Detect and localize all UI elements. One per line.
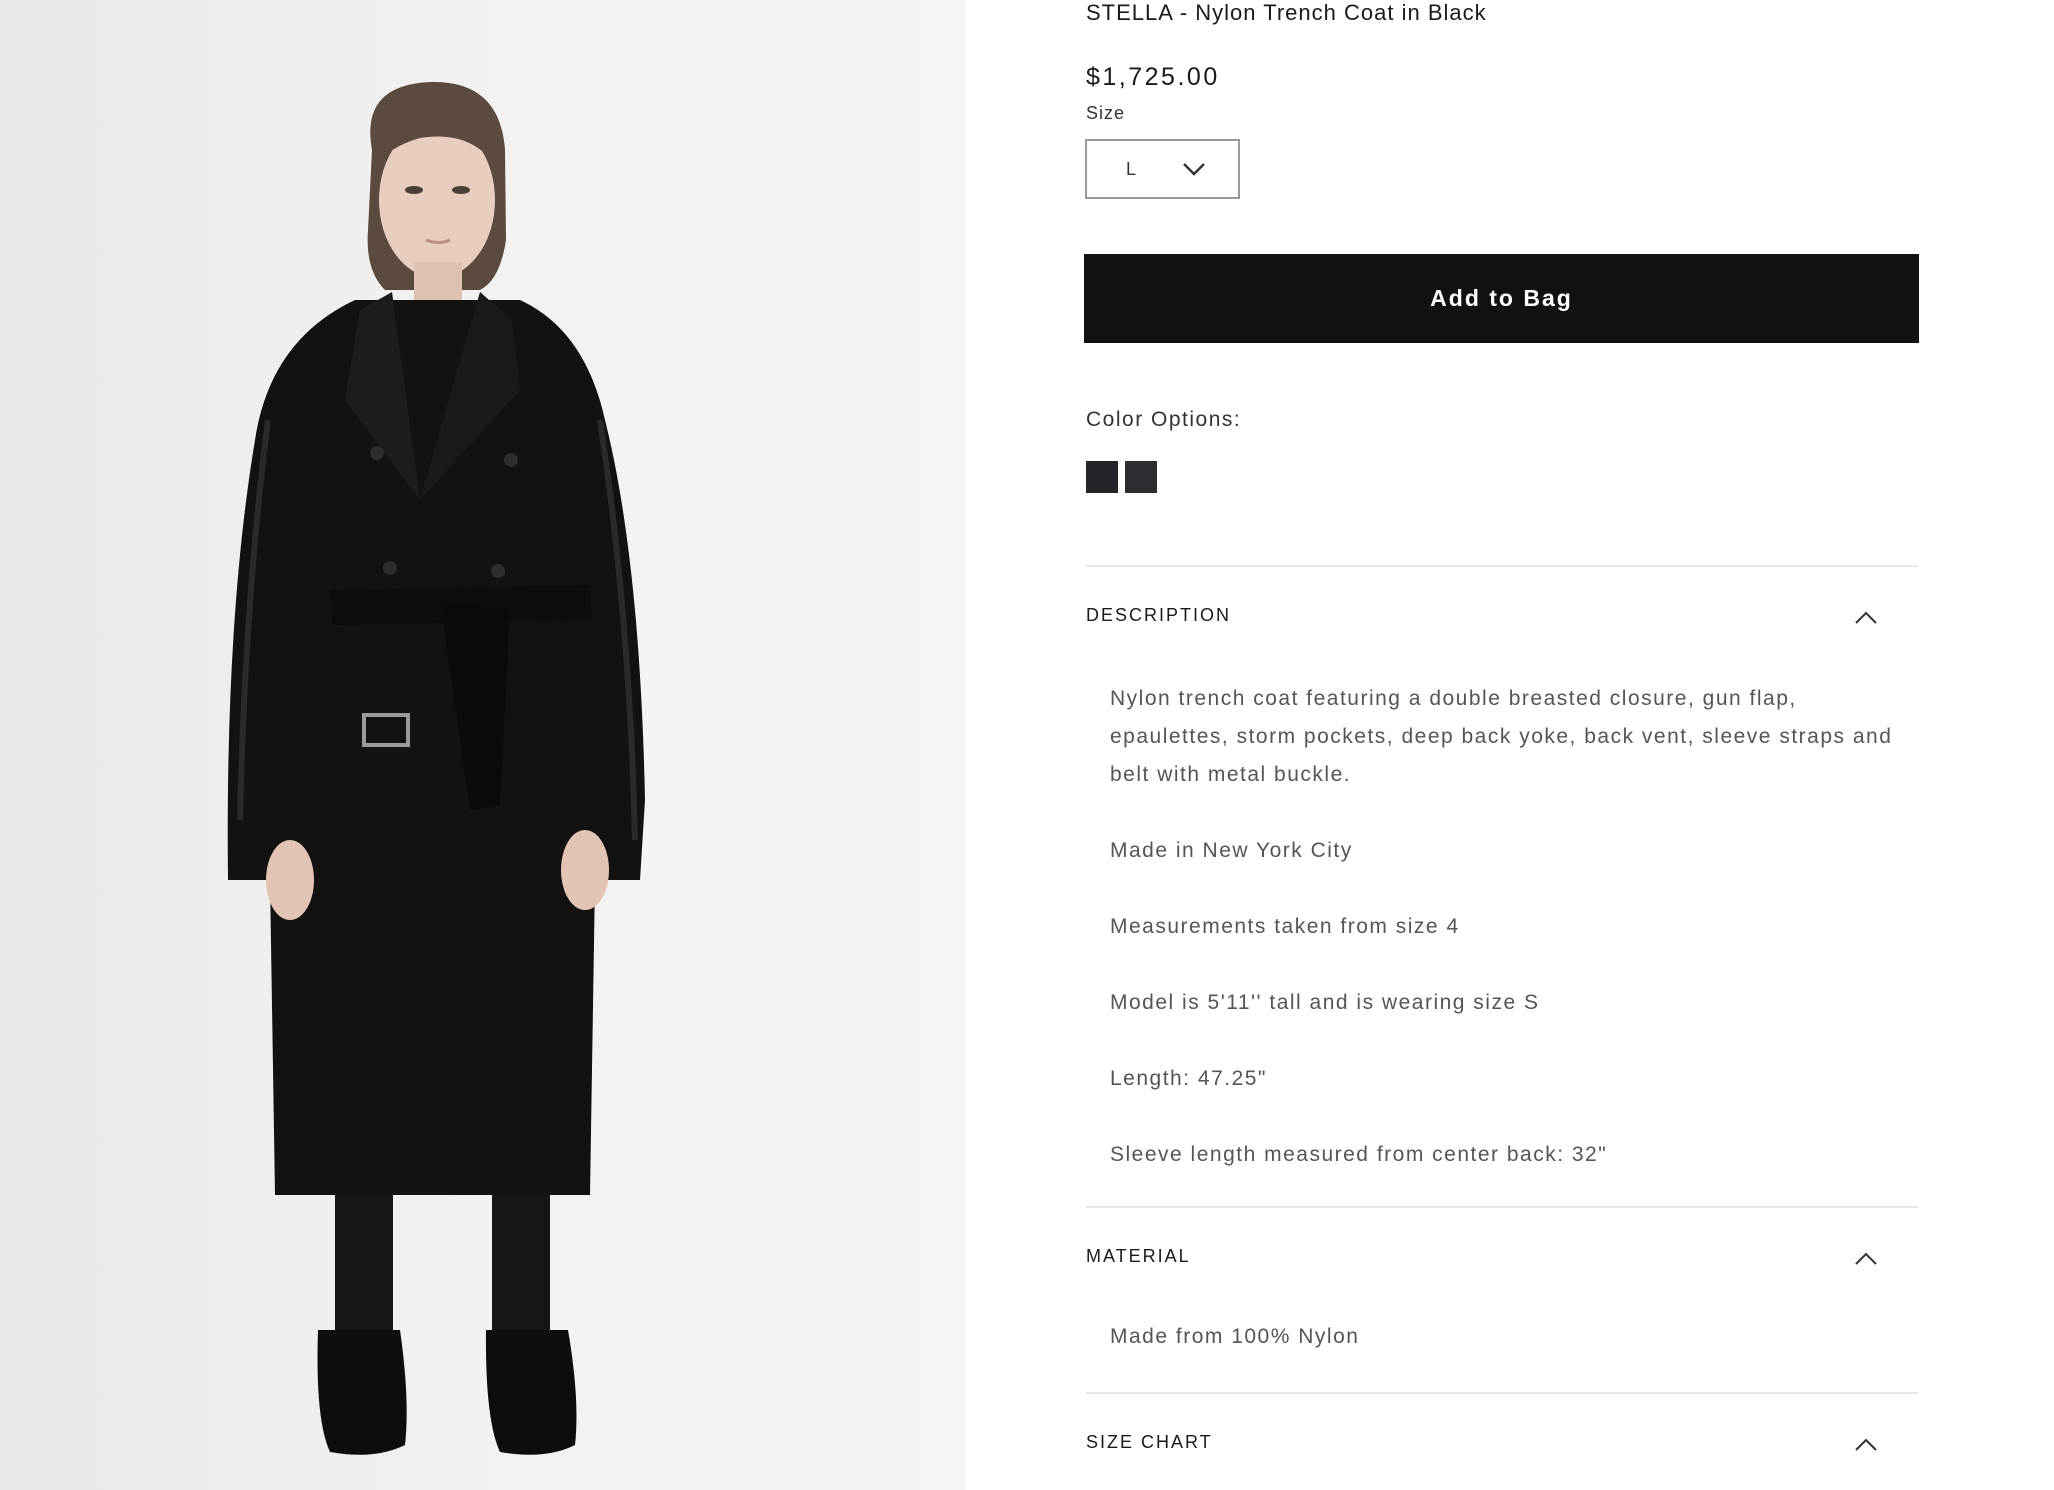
- color-swatch-charcoal[interactable]: [1125, 461, 1157, 493]
- chevron-down-icon: [1183, 163, 1205, 176]
- chevron-up-icon: [1855, 1438, 1877, 1451]
- product-image: [0, 0, 965, 1490]
- chevron-up-icon: [1855, 1252, 1877, 1265]
- product-info-panel: STELLA - Nylon Trench Coat in Black $1,7…: [965, 0, 2054, 1490]
- model-wearing-trench-coat-image: [227, 81, 645, 1455]
- add-to-bag-button[interactable]: Add to Bag: [1084, 254, 1919, 343]
- accordion-description-title: DESCRIPTION: [1086, 605, 1232, 625]
- accordion-material-header[interactable]: MATERIAL: [1086, 1246, 1918, 1286]
- chevron-up-icon: [1855, 611, 1877, 624]
- divider: [1086, 565, 1918, 567]
- description-paragraph: Made in New York City: [1110, 839, 1353, 862]
- description-paragraph: Length: 47.25": [1110, 1067, 1267, 1090]
- product-price: $1,725.00: [1086, 63, 1220, 91]
- material-paragraph: Made from 100% Nylon: [1110, 1325, 1360, 1348]
- description-paragraph: Model is 5'11'' tall and is wearing size…: [1110, 991, 1540, 1014]
- divider: [1086, 1206, 1918, 1208]
- accordion-size-chart-title: SIZE CHART: [1086, 1432, 1213, 1452]
- color-options-label: Color Options:: [1086, 408, 1242, 431]
- description-paragraph: Sleeve length measured from center back:…: [1110, 1143, 1608, 1166]
- description-paragraph: Nylon trench coat featuring a double bre…: [1110, 687, 1893, 786]
- size-label: Size: [1086, 103, 1126, 123]
- accordion-size-chart-header[interactable]: SIZE CHART: [1086, 1432, 1918, 1472]
- size-selected-value: L: [1126, 158, 1137, 179]
- description-paragraph: Measurements taken from size 4: [1110, 915, 1460, 938]
- accordion-description-header[interactable]: DESCRIPTION: [1086, 605, 1918, 645]
- accordion-material-title: MATERIAL: [1086, 1246, 1191, 1266]
- divider: [1086, 1392, 1918, 1394]
- color-swatch-black[interactable]: [1086, 461, 1118, 493]
- size-dropdown[interactable]: L: [1085, 139, 1240, 199]
- product-title: STELLA - Nylon Trench Coat in Black: [1086, 0, 1487, 25]
